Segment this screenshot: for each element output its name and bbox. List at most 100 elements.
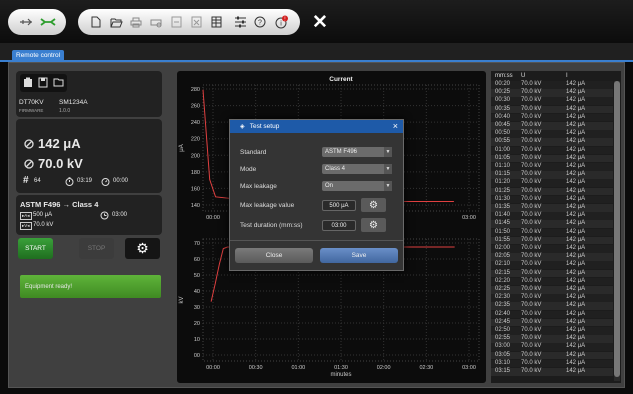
dialog-close-icon[interactable]: × bbox=[393, 120, 398, 133]
svg-text:?: ? bbox=[258, 20, 262, 27]
header-voltage: U bbox=[521, 73, 526, 79]
new-file-icon[interactable] bbox=[86, 9, 106, 35]
table-row: 03:05 70.0 kV 142 μA bbox=[491, 351, 613, 360]
readings-panel: 142 μA 70.0 kV # 64 03:19 00:00 bbox=[16, 119, 162, 193]
max-leakage-value-input[interactable]: 500 μA bbox=[322, 200, 356, 211]
voltage-reading: 70.0 kV bbox=[38, 156, 83, 171]
x-tick-label: 03:00 bbox=[462, 215, 476, 221]
status-message: Equipment ready! bbox=[25, 284, 73, 290]
table-row: 00:20 70.0 kV 142 μA bbox=[491, 81, 613, 89]
link-icon[interactable] bbox=[38, 9, 58, 35]
print-preview-icon[interactable] bbox=[146, 9, 166, 35]
y-tick-label: 30 bbox=[194, 305, 200, 311]
table-row: 01:35 70.0 kV 142 μA bbox=[491, 204, 613, 212]
row-time: 00:55 bbox=[495, 138, 511, 145]
row-current: 142 μA bbox=[566, 368, 586, 374]
export-pdf-icon[interactable] bbox=[166, 9, 186, 35]
row-voltage: 70.0 kV bbox=[521, 368, 542, 374]
row-time: 01:35 bbox=[495, 204, 511, 210]
max-leakage-value-label: Max leakage value bbox=[240, 202, 295, 209]
row-current: 142 μA bbox=[566, 163, 586, 169]
print-icon[interactable] bbox=[126, 9, 146, 35]
open-folder-icon[interactable] bbox=[106, 9, 126, 35]
row-current: 142 μA bbox=[566, 105, 586, 112]
row-voltage: 70.0 kV bbox=[521, 105, 542, 112]
row-current: 142 μA bbox=[566, 220, 586, 227]
close-icon[interactable]: ✕ bbox=[312, 11, 328, 34]
y-axis-label: kV bbox=[179, 296, 185, 303]
y-tick-label: 180 bbox=[191, 170, 200, 176]
row-time: 01:55 bbox=[495, 236, 511, 243]
y-tick-label: 60 bbox=[194, 257, 200, 263]
table-row: 02:35 70.0 kV 142 μA bbox=[491, 302, 613, 310]
info-alert-icon[interactable]: i! bbox=[272, 9, 292, 35]
duration-settings-button[interactable]: ⚙ bbox=[361, 218, 386, 232]
table-row: 02:15 70.0 kV 142 μA bbox=[491, 269, 613, 278]
table-row: 00:55 70.0 kV 142 μA bbox=[491, 138, 613, 146]
clipboard-icon[interactable] bbox=[23, 77, 33, 90]
standard-label: Standard bbox=[240, 149, 267, 156]
firmware-label: FIRMWARE bbox=[19, 108, 44, 113]
row-current: 142 μA bbox=[566, 294, 586, 301]
mode-select[interactable]: Class 4 ▼ bbox=[322, 164, 392, 174]
device-info-panel: DT70KV SM1234A FIRMWARE 1.0.0 bbox=[16, 71, 162, 117]
row-current: 142 μA bbox=[566, 310, 586, 317]
export-xls-icon[interactable] bbox=[186, 9, 206, 35]
start-button[interactable]: START bbox=[18, 238, 53, 259]
table-row: 02:55 70.0 kV 142 μA bbox=[491, 335, 613, 343]
row-voltage: 70.0 kV bbox=[521, 343, 542, 350]
row-time: 00:40 bbox=[495, 113, 511, 120]
table-row: 01:15 70.0 kV 142 μA bbox=[491, 171, 613, 179]
row-voltage: 70.0 kV bbox=[521, 277, 542, 284]
open-folder-device-icon[interactable] bbox=[53, 77, 64, 89]
row-time: 00:35 bbox=[495, 105, 511, 112]
scrollbar-thumb[interactable] bbox=[614, 81, 620, 377]
svg-text:!: ! bbox=[284, 17, 285, 23]
row-time: 01:40 bbox=[495, 212, 511, 219]
row-time: 01:00 bbox=[495, 146, 511, 153]
table-scrollbar[interactable] bbox=[614, 81, 620, 381]
device-model: DT70KV bbox=[19, 99, 44, 106]
standard-select[interactable]: ASTM F496 ▼ bbox=[322, 147, 392, 157]
y-axis-label: μA bbox=[179, 144, 185, 151]
row-time: 01:45 bbox=[495, 220, 511, 227]
row-time: 01:10 bbox=[495, 163, 511, 169]
y-tick-label: 50 bbox=[194, 273, 200, 279]
save-button[interactable]: Save bbox=[320, 248, 398, 263]
max-leakage-tag: ▸A◂ bbox=[20, 212, 32, 220]
usb-icon[interactable] bbox=[16, 9, 36, 35]
table-row: 02:45 70.0 kV 142 μA bbox=[491, 318, 613, 327]
data-table-icon[interactable] bbox=[206, 9, 226, 35]
duration-input[interactable]: 03:00 bbox=[322, 220, 356, 231]
y-tick-label: 70 bbox=[194, 241, 200, 247]
test-title: ASTM F496 → Class 4 bbox=[20, 200, 99, 209]
table-row: 00:40 70.0 kV 142 μA bbox=[491, 113, 613, 122]
max-leakage-label: Max leakage bbox=[240, 183, 277, 190]
row-current: 142 μA bbox=[566, 351, 586, 358]
table-row: 01:10 70.0 kV 142 μA bbox=[491, 163, 613, 171]
gear-icon: ⚙ bbox=[369, 199, 378, 211]
row-time: 02:55 bbox=[495, 335, 511, 342]
y-tick-label: 220 bbox=[191, 137, 200, 143]
row-time: 01:05 bbox=[495, 154, 511, 161]
x-tick-label: 00:00 bbox=[206, 215, 220, 221]
settings-sliders-icon[interactable] bbox=[230, 9, 250, 35]
row-voltage: 70.0 kV bbox=[521, 261, 542, 268]
max-leakage-select[interactable]: On ▼ bbox=[322, 181, 392, 191]
stop-button[interactable]: STOP bbox=[79, 238, 114, 259]
table-row: 03:00 70.0 kV 142 μA bbox=[491, 343, 613, 351]
close-button[interactable]: Close bbox=[235, 248, 313, 263]
row-voltage: 70.0 kV bbox=[521, 122, 542, 128]
row-current: 142 μA bbox=[566, 97, 586, 104]
save-disk-icon[interactable] bbox=[38, 77, 48, 90]
row-current: 142 μA bbox=[566, 327, 586, 333]
row-current: 142 μA bbox=[566, 286, 586, 292]
table-row: 00:35 70.0 kV 142 μA bbox=[491, 105, 613, 114]
tab-remote-control[interactable]: Remote control bbox=[12, 50, 65, 62]
test-count: 64 bbox=[34, 178, 41, 184]
help-icon[interactable]: ? bbox=[250, 9, 270, 35]
test-summary-panel: ASTM F496 → Class 4 ▸A◂ 500 μA 03:00 ▸V◂… bbox=[16, 195, 162, 235]
settings-gear-button[interactable]: ⚙ bbox=[125, 238, 160, 259]
max-leakage-settings-button[interactable]: ⚙ bbox=[361, 198, 386, 212]
top-toolbar: ? i! ✕ bbox=[0, 0, 633, 43]
